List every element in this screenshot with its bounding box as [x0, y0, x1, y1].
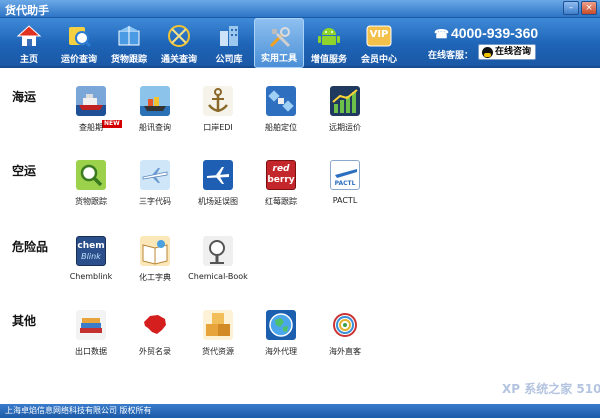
china-map-icon: [140, 310, 170, 340]
nav-home[interactable]: 主页: [4, 18, 54, 68]
copyright-text: 上海卓焰信息网络科技有限公司 版权所有: [5, 406, 152, 415]
nav-label: 通关查询: [160, 55, 197, 65]
nav-label: 增值服务: [310, 55, 347, 65]
nav-bar: 主页 运价查询 货物跟踪 通关查询 公司库 实用工具 增值服务 VIP 会员中心: [4, 18, 404, 68]
online-consult-label: 在线咨询: [495, 47, 532, 57]
un-emblem-icon: [330, 310, 360, 340]
chemblink-icon: chem Blink: [76, 236, 106, 266]
section-label: 其他: [12, 314, 37, 328]
nav-member-center[interactable]: VIP 会员中心: [354, 18, 404, 68]
satellite-icon: [266, 86, 296, 116]
tool-vessel-positioning[interactable]: 船舶定位: [248, 86, 314, 142]
nav-label: 运价查询: [60, 55, 97, 65]
hotline: ☎ 4000-939-360: [434, 25, 538, 41]
boxes-icon: [203, 310, 233, 340]
nav-customs[interactable]: 通关查询: [154, 18, 204, 68]
nav-company[interactable]: 公司库: [204, 18, 254, 68]
window-titlebar: 货代助手 – ×: [0, 0, 600, 18]
tools-icon: [269, 27, 291, 48]
tool-vessel-info[interactable]: 船讯查询: [122, 86, 188, 142]
section-air: 空运 货物跟踪 三字代码 机场延误图 red berry 红莓跟踪 PACTL …: [0, 144, 600, 214]
window-controls: – ×: [563, 1, 597, 15]
logo-text: berry: [267, 175, 295, 185]
customs-icon: [168, 25, 190, 47]
tool-label: PACTL: [332, 196, 358, 205]
window-title: 货代助手: [5, 4, 49, 17]
logo-text: Blink: [81, 252, 101, 261]
dictionary-icon: [140, 236, 170, 266]
section-other: 其他 出口数据 外贸名录 货代资源 海外代理 海外直客: [0, 294, 600, 364]
minimize-icon[interactable]: –: [563, 1, 579, 15]
vip-badge: VIP: [369, 29, 389, 40]
qq-icon: [482, 47, 493, 58]
books-icon: [76, 310, 106, 340]
section-label: 海运: [12, 90, 37, 104]
plane-delay-icon: [203, 160, 233, 190]
tool-redberry-tracking[interactable]: red berry 红莓跟踪: [248, 160, 314, 216]
chemical-book-icon: [203, 236, 233, 266]
globe-icon: [266, 310, 296, 340]
hotline-number: 4000-939-360: [450, 25, 539, 41]
nav-label: 实用工具: [260, 54, 297, 64]
section-sea: 海运 NEW 查船期 船讯查询 口岸EDI 船舶定位 远期运价: [0, 70, 600, 140]
tool-label: 海外直客: [329, 347, 361, 356]
online-service-label: 在线客服：: [428, 51, 474, 61]
nav-value-added[interactable]: 增值服务: [304, 18, 354, 68]
tool-overseas-clients[interactable]: 海外直客: [312, 310, 378, 366]
tool-export-data[interactable]: 出口数据: [58, 310, 124, 366]
tool-air-cargo-tracking[interactable]: 货物跟踪: [58, 160, 124, 216]
nav-label: 会员中心: [360, 55, 397, 65]
home-icon: [16, 25, 42, 46]
nav-cargo-tracking[interactable]: 货物跟踪: [104, 18, 154, 68]
anchor-icon: [203, 86, 233, 116]
close-icon[interactable]: ×: [581, 1, 597, 15]
trend-chart-icon: [330, 86, 360, 116]
tool-airport-delay-map[interactable]: 机场延误图: [185, 160, 251, 216]
tools-panel: 海运 NEW 查船期 船讯查询 口岸EDI 船舶定位 远期运价 空运 货物跟踪 …: [0, 70, 600, 404]
tool-label: 远期运价: [329, 123, 361, 132]
tool-overseas-agents[interactable]: 海外代理: [248, 310, 314, 366]
watermark-text: XP 系统之家 510.com: [502, 382, 600, 396]
tool-chemical-dictionary[interactable]: 化工字典: [122, 236, 188, 292]
tool-port-edi[interactable]: 口岸EDI: [185, 86, 251, 142]
android-icon: [318, 28, 340, 45]
section-label: 危险品: [12, 240, 49, 254]
ship-schedule-icon: [76, 86, 106, 116]
main-toolbar: 主页 运价查询 货物跟踪 通关查询 公司库 实用工具 增值服务 VIP 会员中心…: [0, 18, 600, 68]
tool-ship-schedule[interactable]: NEW 查船期: [58, 86, 124, 142]
pactl-icon: PACTL: [330, 160, 360, 190]
tool-label: Chemical-Book: [188, 272, 248, 281]
site-watermark: XP 系统之家 510.com: [502, 372, 600, 406]
status-bar: 上海卓焰信息网络科技有限公司 版权所有: [0, 404, 600, 418]
company-icon: [220, 26, 238, 46]
tool-chemblink[interactable]: chem Blink Chemblink: [58, 236, 124, 292]
nav-label: 货物跟踪: [110, 55, 147, 65]
section-hazardous: 危险品 chem Blink Chemblink 化工字典 Chemical-B…: [0, 220, 600, 290]
vessel-info-icon: [140, 86, 170, 116]
redberry-icon: red berry: [266, 160, 296, 190]
airplane-icon: [140, 160, 170, 190]
tool-pactl[interactable]: PACTL PACTL: [312, 160, 378, 216]
logo-text: PACTL: [334, 180, 356, 187]
phone-icon: ☎: [434, 27, 449, 41]
logo-text: red: [272, 164, 290, 174]
tool-trade-directory[interactable]: 外贸名录: [122, 310, 188, 366]
tool-three-letter-code[interactable]: 三字代码: [122, 160, 188, 216]
freight-rate-icon: [69, 27, 92, 48]
section-label: 空运: [12, 164, 37, 178]
nav-label: 公司库: [215, 55, 243, 65]
nav-tools[interactable]: 实用工具: [254, 18, 304, 68]
tool-forward-freight[interactable]: 远期运价: [312, 86, 378, 142]
tool-chemical-book[interactable]: Chemical-Book: [185, 236, 251, 292]
contact-panel: ☎ 4000-939-360 在线客服： 在线咨询: [428, 18, 588, 68]
cargo-tracking-icon: [118, 26, 140, 46]
nav-label: 主页: [19, 55, 38, 65]
tool-forwarder-resources[interactable]: 货代资源: [185, 310, 251, 366]
magnifier-icon: [76, 160, 106, 190]
nav-freight-rate[interactable]: 运价查询: [54, 18, 104, 68]
online-consult-button[interactable]: 在线咨询: [478, 44, 536, 60]
logo-text: chem: [77, 241, 105, 251]
